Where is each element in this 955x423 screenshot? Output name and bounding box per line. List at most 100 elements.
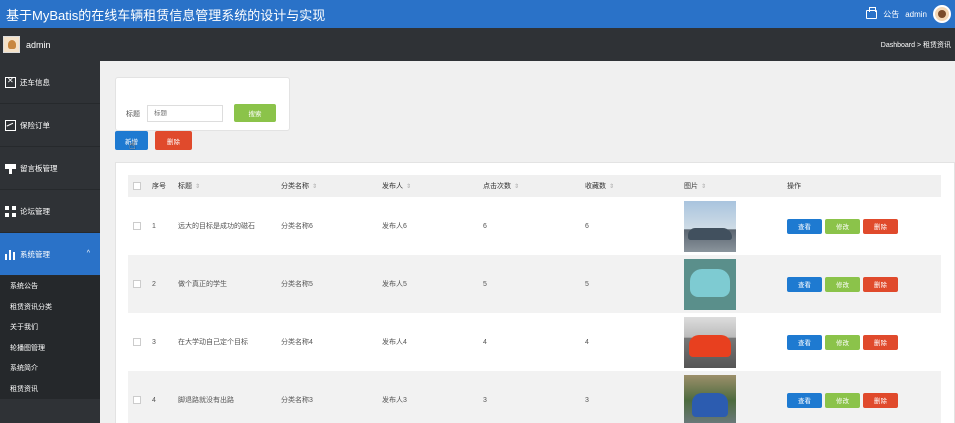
row-delete-button[interactable]: 删除 bbox=[863, 334, 898, 350]
sort-icon: ⇕ bbox=[312, 184, 318, 190]
col-favorites[interactable]: 收藏数 ⇕ bbox=[585, 175, 684, 197]
cell-clicks: 4 bbox=[483, 338, 487, 346]
cell-category: 分类名称5 bbox=[281, 281, 313, 288]
view-button[interactable]: 查看 bbox=[787, 218, 822, 234]
row-checkbox[interactable] bbox=[133, 222, 141, 230]
cell-title: 脚退路就没有出路 bbox=[178, 397, 234, 404]
cell-favorites: 5 bbox=[585, 280, 589, 288]
sidebar-item-message-board[interactable]: 留言板管理 bbox=[0, 147, 100, 190]
cell-index: 4 bbox=[152, 396, 156, 404]
cell-title: 在大学动自己定个目标 bbox=[178, 339, 248, 346]
search-input[interactable] bbox=[147, 105, 223, 122]
hand-cursor-icon: ☝ bbox=[129, 140, 136, 152]
cell-category: 分类名称6 bbox=[281, 223, 313, 230]
cell-clicks: 3 bbox=[483, 396, 487, 404]
cell-index: 2 bbox=[152, 280, 156, 288]
announcement-link[interactable]: 公告 bbox=[883, 9, 899, 20]
row-actions: 查看 修改 删除 bbox=[787, 334, 941, 350]
system-submenu: 系统公告 租赁资讯分类 关于我们 轮播图管理 系统简介 租赁资讯 bbox=[0, 276, 100, 399]
chart-icon bbox=[5, 119, 16, 131]
sort-icon: ⇕ bbox=[514, 184, 520, 190]
sort-icon: ⇕ bbox=[609, 184, 615, 190]
select-all-checkbox[interactable] bbox=[133, 182, 141, 190]
sidebar: 还车信息 保险订单 留言板管理 论坛管理 系统管理 ^ 系统公告 租赁资讯分类 … bbox=[0, 61, 100, 423]
search-button[interactable]: 搜索 bbox=[234, 104, 276, 122]
submenu-item[interactable]: 关于我们 bbox=[0, 317, 100, 338]
cell-favorites: 6 bbox=[585, 222, 589, 230]
col-publisher[interactable]: 发布人 ⇕ bbox=[382, 175, 483, 197]
row-delete-button[interactable]: 删除 bbox=[863, 392, 898, 408]
header-username[interactable]: admin bbox=[905, 10, 927, 19]
breadcrumb: Dashboard > 租赁资讯 bbox=[880, 41, 951, 49]
sub-header: admin Dashboard > 租赁资讯 bbox=[0, 28, 955, 61]
edit-button[interactable]: 修改 bbox=[825, 392, 860, 408]
sort-icon: ⇕ bbox=[701, 184, 707, 190]
chevron-up-icon: ^ bbox=[86, 250, 90, 257]
row-actions: 查看 修改 删除 bbox=[787, 392, 941, 408]
submenu-item[interactable]: 系统简介 bbox=[0, 358, 100, 379]
app-title: 基于MyBatis的在线车辆租赁信息管理系统的设计与实现 bbox=[6, 7, 326, 23]
data-table: 序号 标题 ⇕ 分类名称 ⇕ 发布人 ⇕ 点击次数 ⇕ 收藏数 ⇕ 图片 ⇕ 操作 1 远大… bbox=[128, 175, 941, 423]
cell-publisher: 发布人4 bbox=[382, 339, 407, 346]
cell-favorites: 4 bbox=[585, 338, 589, 346]
row-actions: 查看 修改 删除 bbox=[787, 276, 941, 292]
row-checkbox[interactable] bbox=[133, 338, 141, 346]
avatar[interactable] bbox=[933, 5, 951, 23]
bars-icon bbox=[5, 248, 16, 260]
col-category[interactable]: 分类名称 ⇕ bbox=[281, 175, 382, 197]
top-header: 基于MyBatis的在线车辆租赁信息管理系统的设计与实现 公告 admin bbox=[0, 0, 955, 28]
row-actions: 查看 修改 删除 bbox=[787, 218, 941, 234]
edit-button[interactable]: 修改 bbox=[825, 334, 860, 350]
row-delete-button[interactable]: 删除 bbox=[863, 276, 898, 292]
view-button[interactable]: 查看 bbox=[787, 334, 822, 350]
delete-button[interactable]: 删除 bbox=[155, 131, 192, 150]
header-right: 公告 admin bbox=[866, 0, 951, 28]
row-delete-button[interactable]: 删除 bbox=[863, 218, 898, 234]
col-title[interactable]: 标题 ⇕ bbox=[178, 175, 281, 197]
view-button[interactable]: 查看 bbox=[787, 392, 822, 408]
sidebar-item-return-info[interactable]: 还车信息 bbox=[0, 61, 100, 104]
row-checkbox[interactable] bbox=[133, 280, 141, 288]
car-thumbnail[interactable] bbox=[684, 374, 736, 423]
cell-index: 3 bbox=[152, 338, 156, 346]
sidebar-item-label: 保险订单 bbox=[20, 120, 50, 130]
table-panel: 序号 标题 ⇕ 分类名称 ⇕ 发布人 ⇕ 点击次数 ⇕ 收藏数 ⇕ 图片 ⇕ 操作 1 远大… bbox=[115, 162, 955, 423]
search-panel: 标题 搜索 bbox=[115, 77, 290, 131]
sidebar-item-label: 还车信息 bbox=[20, 77, 50, 87]
submenu-item[interactable]: 租赁资讯 bbox=[0, 379, 100, 400]
view-button[interactable]: 查看 bbox=[787, 276, 822, 292]
user-avatar bbox=[3, 36, 20, 53]
search-label: 标题 bbox=[126, 111, 140, 118]
sidebar-item-forum[interactable]: 论坛管理 bbox=[0, 190, 100, 233]
car-thumbnail[interactable] bbox=[684, 258, 736, 310]
car-thumbnail[interactable] bbox=[684, 200, 736, 252]
col-clicks[interactable]: 点击次数 ⇕ bbox=[483, 175, 585, 197]
announcement-icon[interactable] bbox=[866, 6, 878, 19]
cell-publisher: 发布人6 bbox=[382, 223, 407, 230]
cell-category: 分类名称4 bbox=[281, 339, 313, 346]
edit-button[interactable]: 修改 bbox=[825, 218, 860, 234]
sidebar-item-insurance-orders[interactable]: 保险订单 bbox=[0, 104, 100, 147]
board-icon bbox=[5, 163, 16, 174]
submenu-item[interactable]: 系统公告 bbox=[0, 276, 100, 297]
col-image[interactable]: 图片 ⇕ bbox=[684, 175, 787, 197]
sidebar-item-label: 论坛管理 bbox=[20, 206, 50, 216]
edit-button[interactable]: 修改 bbox=[825, 276, 860, 292]
row-checkbox[interactable] bbox=[133, 396, 141, 404]
sidebar-item-system[interactable]: 系统管理 ^ bbox=[0, 233, 100, 276]
table-header-row: 序号 标题 ⇕ 分类名称 ⇕ 发布人 ⇕ 点击次数 ⇕ 收藏数 ⇕ 图片 ⇕ 操作 bbox=[128, 175, 941, 197]
cell-publisher: 发布人3 bbox=[382, 397, 407, 404]
table-row: 1 远大的目标是成功的磁石 分类名称6 发布人6 6 6 查看 修改 删除 bbox=[128, 197, 941, 255]
cell-publisher: 发布人5 bbox=[382, 281, 407, 288]
cell-category: 分类名称3 bbox=[281, 397, 313, 404]
submenu-item[interactable]: 轮播图管理 bbox=[0, 338, 100, 359]
sort-icon: ⇕ bbox=[406, 184, 412, 190]
car-thumbnail[interactable] bbox=[684, 316, 736, 368]
sidebar-username: admin bbox=[26, 39, 51, 50]
main-content: 标题 搜索 新增 删除 ☝ 序号 标题⇕ 分类名称⇕ 发布人⇕ 点击次数⇕ 收藏… bbox=[100, 61, 955, 423]
cell-title: 做个真正的学生 bbox=[178, 281, 227, 288]
submenu-item[interactable]: 租赁资讯分类 bbox=[0, 297, 100, 318]
table-row: 4 脚退路就没有出路 分类名称3 发布人3 3 3 查看 修改 删除 bbox=[128, 371, 941, 423]
cell-clicks: 5 bbox=[483, 280, 487, 288]
table-row: 3 在大学动自己定个目标 分类名称4 发布人4 4 4 查看 修改 删除 bbox=[128, 313, 941, 371]
